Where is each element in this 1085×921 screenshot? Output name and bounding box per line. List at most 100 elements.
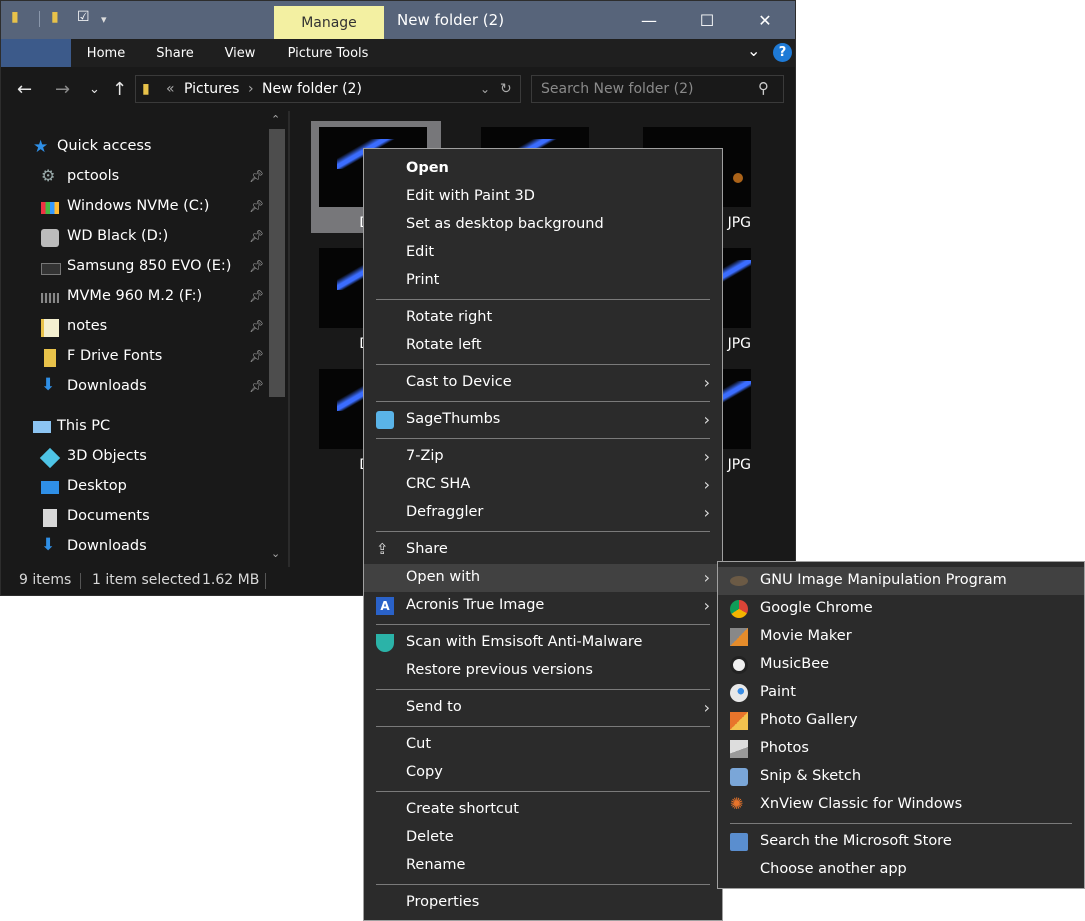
musicbee-icon	[730, 656, 748, 674]
search-box[interactable]: Search New folder (2) ⚲	[531, 75, 784, 103]
pin-icon[interactable]: 📌︎	[249, 259, 264, 273]
menu-item-7zip[interactable]: 7-Zip ›	[364, 443, 722, 471]
scroll-up-icon[interactable]: ⌃	[271, 113, 280, 126]
app-item-xnview[interactable]: ✺ XnView Classic for Windows	[718, 791, 1084, 819]
sidebar-item-quick-access[interactable]: ★ Quick access	[1, 133, 263, 163]
back-arrow-icon[interactable]: ←	[17, 79, 32, 100]
menu-item-crc-sha[interactable]: CRC SHA ›	[364, 471, 722, 499]
sidebar-item-this-pc[interactable]: This PC	[1, 413, 263, 443]
app-item-gimp[interactable]: GNU Image Manipulation Program	[718, 567, 1084, 595]
chrome-icon	[730, 600, 748, 618]
sagethumbs-icon	[376, 411, 394, 429]
selection-count: 1 item selected	[92, 572, 201, 588]
download-icon: ⬇	[41, 535, 56, 555]
sidebar-item-samsung[interactable]: Samsung 850 EVO (E:) 📌︎	[1, 253, 264, 283]
breadcrumb-separator: ›	[248, 81, 254, 97]
breadcrumb-overflow[interactable]: «	[166, 81, 175, 97]
app-item-musicbee[interactable]: MusicBee	[718, 651, 1084, 679]
menu-item-open[interactable]: Open	[364, 155, 722, 183]
menu-item-rename[interactable]: Rename	[364, 852, 722, 880]
pin-icon[interactable]: 📌︎	[249, 289, 264, 303]
sidebar-item-3d-objects[interactable]: 3D Objects	[1, 443, 263, 473]
chevron-right-icon: ›	[703, 373, 710, 392]
pin-icon[interactable]: 📌︎	[249, 349, 264, 363]
new-folder-icon[interactable]: ▮	[51, 9, 59, 25]
menu-item-cut[interactable]: Cut	[364, 731, 722, 759]
pin-icon[interactable]: 📌︎	[249, 169, 264, 183]
expand-ribbon-icon[interactable]: ⌄	[747, 41, 760, 60]
sidebar-item-documents[interactable]: Documents	[1, 503, 263, 533]
folder-icon: ▮	[142, 81, 150, 97]
address-bar[interactable]: ▮ « Pictures › New folder (2) ⌄ ↻	[135, 75, 521, 103]
forward-arrow-icon[interactable]: →	[55, 79, 70, 100]
minimize-button[interactable]: —	[620, 1, 678, 39]
sidebar-item-wd-black[interactable]: WD Black (D:) 📌︎	[1, 223, 264, 253]
sidebar-item-desktop[interactable]: Desktop	[1, 473, 263, 503]
folder-icon[interactable]: ▮	[11, 9, 19, 25]
search-icon[interactable]: ⚲	[758, 79, 769, 97]
app-item-photos[interactable]: Photos	[718, 735, 1084, 763]
breadcrumb-new-folder[interactable]: New folder (2)	[262, 81, 362, 97]
menu-item-edit-paint3d[interactable]: Edit with Paint 3D	[364, 183, 722, 211]
sidebar-item-pctools[interactable]: ⚙ pctools 📌︎	[1, 163, 264, 193]
maximize-button[interactable]: ☐	[678, 1, 736, 39]
breadcrumb-pictures[interactable]: Pictures	[184, 81, 239, 97]
app-item-photo-gallery[interactable]: Photo Gallery	[718, 707, 1084, 735]
menu-item-set-desktop-bg[interactable]: Set as desktop background	[364, 211, 722, 239]
menu-item-send-to[interactable]: Send to ›	[364, 694, 722, 722]
status-divider	[80, 573, 81, 589]
sidebar-item-downloads-pc[interactable]: ⬇ Downloads	[1, 533, 263, 563]
sidebar-item-downloads[interactable]: ⬇ Downloads 📌︎	[1, 373, 264, 403]
app-item-chrome[interactable]: Google Chrome	[718, 595, 1084, 623]
menu-item-copy[interactable]: Copy	[364, 759, 722, 787]
menu-item-restore-versions[interactable]: Restore previous versions	[364, 657, 722, 685]
scroll-down-icon[interactable]: ⌄	[271, 547, 280, 560]
recent-locations-icon[interactable]: ⌄	[89, 82, 100, 97]
sidebar-item-f-drive-fonts[interactable]: F Drive Fonts 📌︎	[1, 343, 264, 373]
scrollbar-thumb[interactable]	[269, 129, 285, 397]
chevron-down-icon[interactable]: ▾	[101, 13, 107, 26]
menu-item-edit[interactable]: Edit	[364, 239, 722, 267]
pin-icon[interactable]: 📌︎	[249, 319, 264, 333]
photos-icon	[730, 740, 748, 758]
tab-view[interactable]: View	[213, 39, 267, 67]
menu-item-open-with[interactable]: Open with ›	[364, 564, 722, 592]
open-with-submenu: GNU Image Manipulation Program Google Ch…	[717, 561, 1085, 889]
up-arrow-icon[interactable]: ↑	[112, 79, 127, 100]
address-dropdown-icon[interactable]: ⌄	[480, 82, 490, 96]
pin-icon[interactable]: 📌︎	[249, 199, 264, 213]
sidebar-item-mvme[interactable]: MVMe 960 M.2 (F:) 📌︎	[1, 283, 264, 313]
properties-icon[interactable]: ☑	[77, 9, 90, 25]
movie-maker-icon	[730, 628, 748, 646]
manage-tab[interactable]: Manage	[274, 6, 384, 39]
app-item-snip-sketch[interactable]: Snip & Sketch	[718, 763, 1084, 791]
app-item-paint[interactable]: Paint	[718, 679, 1084, 707]
close-button[interactable]: ✕	[736, 1, 794, 39]
menu-item-print[interactable]: Print	[364, 267, 722, 295]
menu-item-acronis[interactable]: A Acronis True Image ›	[364, 592, 722, 620]
menu-item-sagethumbs[interactable]: SageThumbs ›	[364, 406, 722, 434]
menu-item-cast-to-device[interactable]: Cast to Device ›	[364, 369, 722, 397]
pin-icon[interactable]: 📌︎	[249, 379, 264, 393]
menu-item-delete[interactable]: Delete	[364, 824, 722, 852]
menu-item-properties[interactable]: Properties	[364, 889, 722, 917]
app-item-movie-maker[interactable]: Movie Maker	[718, 623, 1084, 651]
sidebar-item-notes[interactable]: notes 📌︎	[1, 313, 264, 343]
help-button[interactable]: ?	[773, 43, 792, 62]
refresh-icon[interactable]: ↻	[500, 81, 512, 97]
menu-item-create-shortcut[interactable]: Create shortcut	[364, 796, 722, 824]
sidebar-item-windows-nvme[interactable]: Windows NVMe (C:) 📌︎	[1, 193, 264, 223]
pin-icon[interactable]: 📌︎	[249, 229, 264, 243]
tab-home[interactable]: Home	[75, 39, 137, 67]
menu-item-share[interactable]: ⇪ Share	[364, 536, 722, 564]
menu-item-rotate-left[interactable]: Rotate left	[364, 332, 722, 360]
menu-item-rotate-right[interactable]: Rotate right	[364, 304, 722, 332]
qat-divider	[39, 11, 40, 27]
menu-item-emsisoft[interactable]: Scan with Emsisoft Anti-Malware	[364, 629, 722, 657]
search-input[interactable]: Search New folder (2)	[541, 81, 693, 97]
tab-share[interactable]: Share	[147, 39, 203, 67]
menu-item-defraggler[interactable]: Defraggler ›	[364, 499, 722, 527]
tab-picture-tools[interactable]: Picture Tools	[277, 39, 379, 67]
app-item-choose-another[interactable]: Choose another app	[718, 856, 1084, 884]
app-item-store[interactable]: Search the Microsoft Store	[718, 828, 1084, 856]
